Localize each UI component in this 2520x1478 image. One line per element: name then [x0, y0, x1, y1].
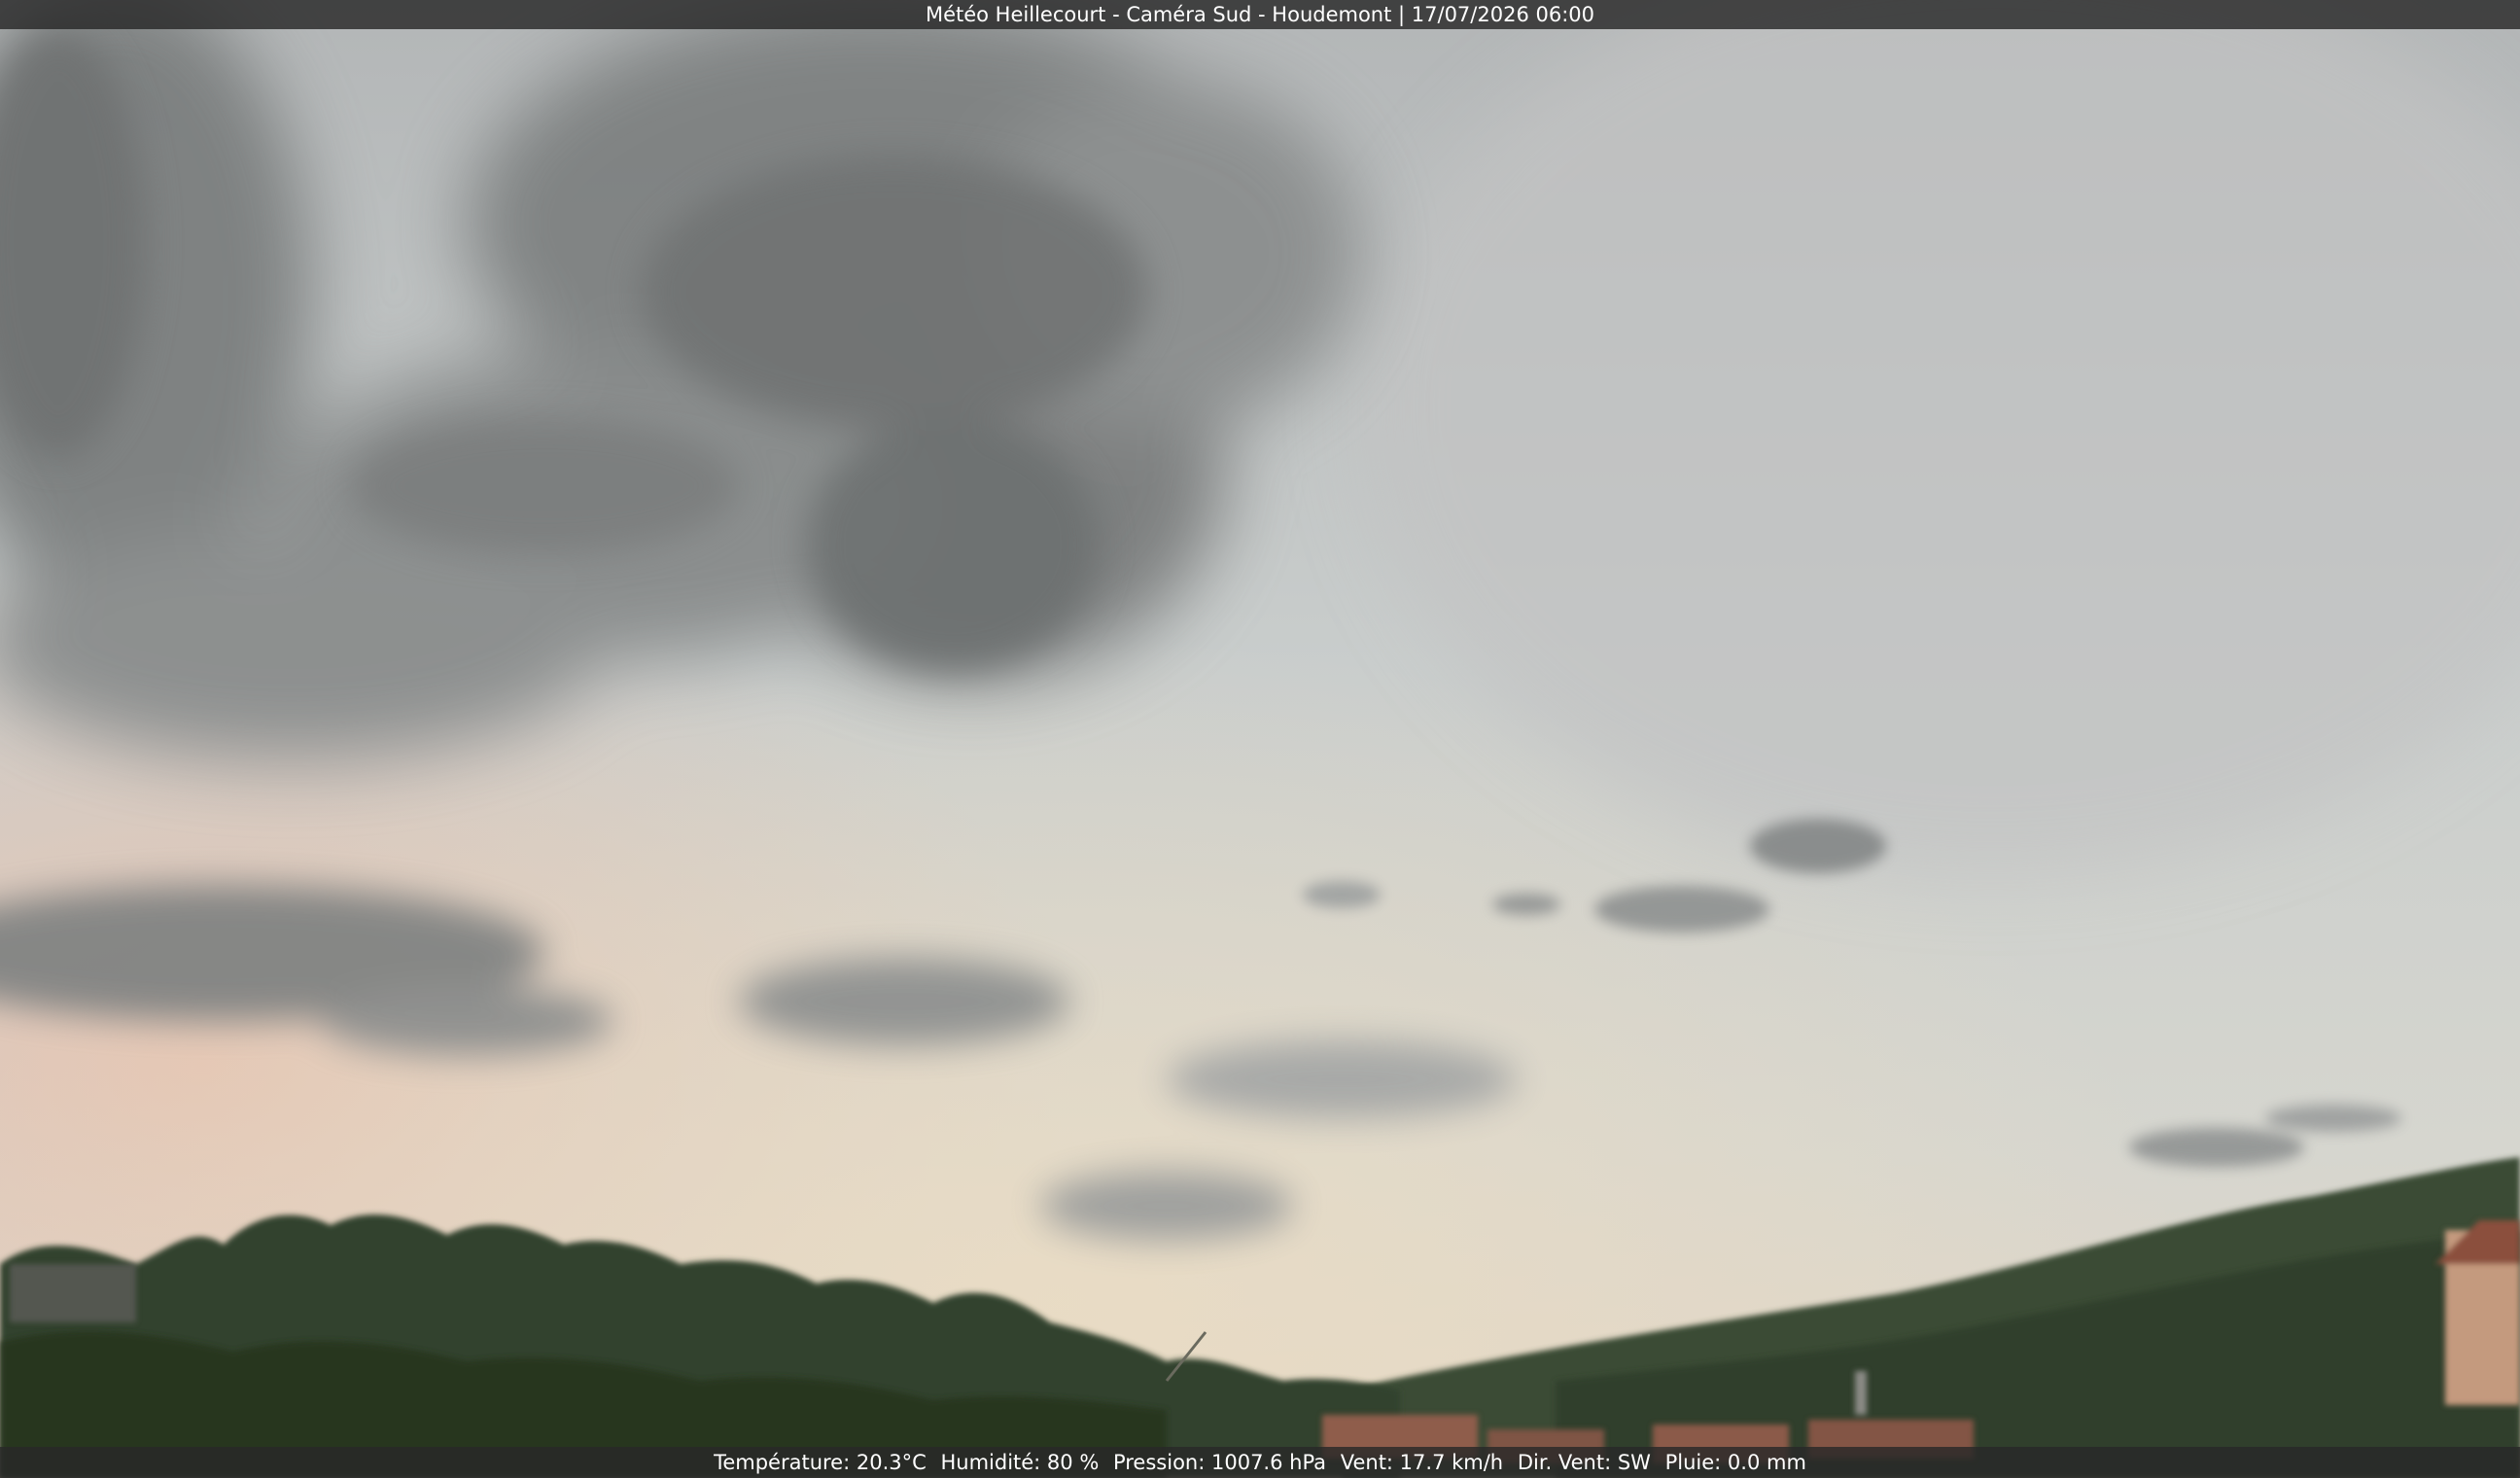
- temperature-readout: Température: 20.3°C: [714, 1451, 927, 1474]
- wind-direction-readout: Dir. Vent: SW: [1517, 1451, 1651, 1474]
- pressure-readout: Pression: 1007.6 hPa: [1112, 1451, 1327, 1474]
- rain-readout: Pluie: 0.0 mm: [1664, 1451, 1806, 1474]
- camera-caption: Météo Heillecourt - Caméra Sud - Houdemo…: [925, 3, 1595, 26]
- webcam-frame: Météo Heillecourt - Caméra Sud - Houdemo…: [0, 0, 2520, 1478]
- wind-speed-readout: Vent: 17.7 km/h: [1340, 1451, 1504, 1474]
- weather-data-bar: Température: 20.3°C Humidité: 80 % Press…: [0, 1447, 2520, 1478]
- humidity-readout: Humidité: 80 %: [940, 1451, 1100, 1474]
- caption-bar-top: Météo Heillecourt - Caméra Sud - Houdemo…: [0, 0, 2520, 29]
- webcam-image: [0, 0, 2520, 1478]
